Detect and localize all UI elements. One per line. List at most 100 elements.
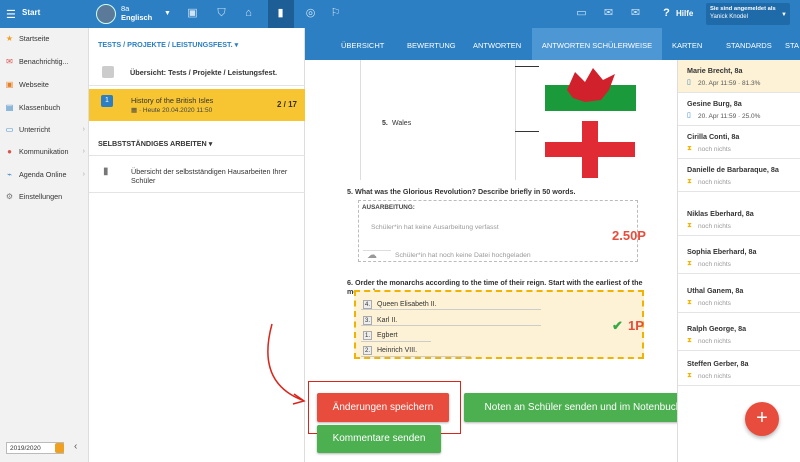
help-link[interactable]: Hilfe (676, 9, 693, 18)
student-name: Gesine Burg, 8a (687, 99, 742, 108)
tab-antworten[interactable]: ANTWORTEN (467, 28, 527, 60)
overview-self-study-item[interactable]: ▮ Übersicht der selbstständigen Hausarbe… (89, 155, 305, 193)
student-name: Cirilla Conti, 8a (687, 132, 740, 141)
status-text: noch nichts (698, 222, 731, 230)
overview-tests-item[interactable]: Übersicht: Tests / Projekte / Leistungsf… (89, 58, 305, 86)
hamburger-menu-icon[interactable]: ☰ (6, 8, 16, 21)
score-question-5: 2.50P (612, 228, 646, 243)
wales-flag (545, 60, 636, 111)
student-item-marie-brecht[interactable]: Marie Brecht, 8a ▯ 20. Apr 11:59 · 81.3% (678, 60, 800, 93)
sidebar-item-label: Startseite (19, 33, 50, 43)
student-item-sophia-eberhard[interactable]: Sophia Eberhard, 8a ⧗ noch nichts (678, 241, 800, 274)
order-number: 3. (363, 316, 372, 325)
status-text: noch nichts (698, 337, 731, 345)
sidebar-item-label: Unterricht (19, 124, 51, 134)
mail-icon[interactable]: ✉ (629, 7, 642, 20)
active-task-item[interactable]: 1 History of the British Isles ▦ · Heute… (89, 89, 305, 121)
sidebar: ★ Startseite ✉ Benachrichtig... ▣ Websei… (0, 28, 89, 462)
no-file-text: Schüler*in hat noch keine Datei hochgela… (395, 252, 531, 259)
class-avatar[interactable] (96, 4, 116, 24)
answer-label: AUSARBEITUNG: (362, 204, 415, 211)
top-bar: ☰ Start 8a Englisch ▼ ▣ ⛉ ⌂ ▮ ◎ ⚐ ▭ ✉ ✉ … (0, 0, 800, 28)
send-comments-button[interactable]: Kommentare senden (317, 425, 441, 453)
sidebar-item-label: Benachrichtig... (19, 56, 69, 66)
tab-karten[interactable]: KARTEN (666, 28, 708, 60)
sidebar-item-startseite[interactable]: ★ Startseite (5, 32, 87, 44)
overview-tests-label: Übersicht: Tests / Projekte / Leistungsf… (130, 68, 278, 77)
add-button[interactable]: + (745, 402, 779, 436)
bar-chart-icon[interactable]: ▮ (274, 7, 287, 20)
shield-icon[interactable]: ⛉ (215, 7, 228, 20)
start-link[interactable]: Start (22, 8, 40, 17)
compass-icon[interactable]: ◎ (304, 7, 317, 20)
student-status: ⧗ noch nichts (687, 299, 731, 307)
tab-sta[interactable]: STA (779, 28, 800, 60)
student-item-ralph-george[interactable]: Ralph George, 8a ⧗ noch nichts (678, 318, 800, 351)
status-text: 20. Apr 11:59 · 81.3% (698, 79, 761, 87)
submitted-icon: ▯ (687, 112, 691, 119)
student-status: ⧗ noch nichts (687, 145, 731, 153)
status-text: 20. Apr 11:59 · 25.0% (698, 112, 761, 120)
walk-icon[interactable]: ⚐ (329, 7, 342, 20)
sidebar-item-klassenbuch[interactable]: ▤ Klassenbuch (5, 101, 87, 113)
tab-bewertung[interactable]: BEWERTUNG (401, 28, 462, 60)
class-selector[interactable]: 8a Englisch (121, 4, 152, 22)
order-number: 2. (363, 346, 372, 355)
sidebar-item-label: Agenda Online (19, 169, 67, 179)
student-item-niklas-eberhard[interactable]: Niklas Eberhard, 8a ⧗ noch nichts (678, 203, 800, 236)
student-item-uthal-ganem[interactable]: Uthal Ganem, 8a ⧗ noch nichts (678, 280, 800, 313)
student-item-danielle-de-barbaraque[interactable]: Danielle de Barbaraque, 8a ⧗ noch nichts (678, 159, 800, 192)
status-text: noch nichts (698, 178, 731, 186)
task-subtitle: ▦ · Heute 20.04.2020 11:50 (131, 106, 212, 114)
annotation-arrow (267, 323, 306, 405)
sidebar-item-agenda-online[interactable]: ⌁ Agenda Online › (5, 168, 87, 180)
class-name: 8a (121, 4, 130, 13)
student-item-cirilla-conti[interactable]: Cirilla Conti, 8a ⧗ noch nichts (678, 126, 800, 159)
clock-icon: ▦ · (131, 107, 143, 114)
submitted-icon: ▯ (687, 79, 691, 86)
hourglass-icon: ⧗ (687, 372, 692, 379)
order-name: Egbert (377, 332, 398, 339)
student-status: ▯ 20. Apr 11:59 · 25.0% (687, 112, 760, 120)
envelope-icon: ✉ (6, 56, 13, 66)
chevron-down-icon[interactable]: ▼ (781, 11, 787, 19)
sidebar-item-unterricht[interactable]: ▭ Unterricht › (5, 123, 87, 135)
status-text: noch nichts (698, 299, 731, 307)
collapse-sidebar-icon[interactable]: ‹ (74, 441, 77, 452)
student-item-gesine-burg[interactable]: Gesine Burg, 8a ▯ 20. Apr 11:59 · 25.0% (678, 93, 800, 126)
sidebar-item-webseite[interactable]: ▣ Webseite (5, 78, 87, 90)
school-year-toggle[interactable] (55, 443, 64, 453)
presentation-icon[interactable]: ▭ (575, 7, 588, 20)
agenda-icon: ⌁ (7, 169, 12, 179)
section-header-self-study[interactable]: SELBSTSTÄNDIGES ARBEITEN ▾ (98, 139, 212, 148)
student-status: ⧗ noch nichts (687, 372, 731, 380)
student-item-steffen-gerber[interactable]: Steffen Gerber, 8a ⧗ noch nichts (678, 353, 800, 386)
sidebar-item-label: Webseite (19, 79, 49, 89)
tab-bar: ÜBERSICHT BEWERTUNG ANTWORTEN ANTWORTEN … (305, 28, 800, 60)
sidebar-item-einstellungen[interactable]: ⚙ Einstellungen (5, 190, 87, 202)
table-divider (360, 60, 361, 180)
hourglass-icon: ⧗ (687, 299, 692, 306)
tab-uebersicht[interactable]: ÜBERSICHT (335, 28, 390, 60)
sidebar-item-kommunikation[interactable]: ● Kommunikation › (5, 145, 87, 157)
chat-icon[interactable]: ✉ (602, 7, 615, 20)
building-icon[interactable]: ⌂ (242, 7, 255, 20)
status-text: noch nichts (698, 145, 731, 153)
student-name: Ralph George, 8a (687, 324, 747, 333)
tab-standards[interactable]: STANDARDS (720, 28, 778, 60)
chevron-right-icon: › (82, 170, 85, 178)
table-divider (515, 60, 516, 180)
help-icon[interactable]: ? (660, 7, 673, 20)
briefcase-icon[interactable]: ▣ (186, 7, 199, 20)
tab-antworten-schuelerweise[interactable]: ANTWORTEN SCHÜLERWEISE (532, 28, 662, 60)
chevron-down-icon[interactable]: ▼ (164, 10, 171, 17)
sidebar-item-label: Klassenbuch (19, 102, 61, 112)
student-status: ⧗ noch nichts (687, 260, 731, 268)
sidebar-item-benachrichtigungen[interactable]: ✉ Benachrichtig... (5, 55, 87, 67)
section-header-tests[interactable]: TESTS / PROJEKTE / LEISTUNGSFEST. ▾ (98, 40, 238, 49)
save-changes-button[interactable]: Änderungen speichern (317, 393, 449, 422)
user-menu[interactable]: Sie sind angemeldet als Yanick Knodel ▼ (706, 3, 790, 25)
sidebar-item-label: Kommunikation (19, 146, 69, 156)
question-5: 5. What was the Glorious Revolution? Des… (347, 187, 576, 196)
sidebar-item-label: Einstellungen (19, 191, 63, 201)
